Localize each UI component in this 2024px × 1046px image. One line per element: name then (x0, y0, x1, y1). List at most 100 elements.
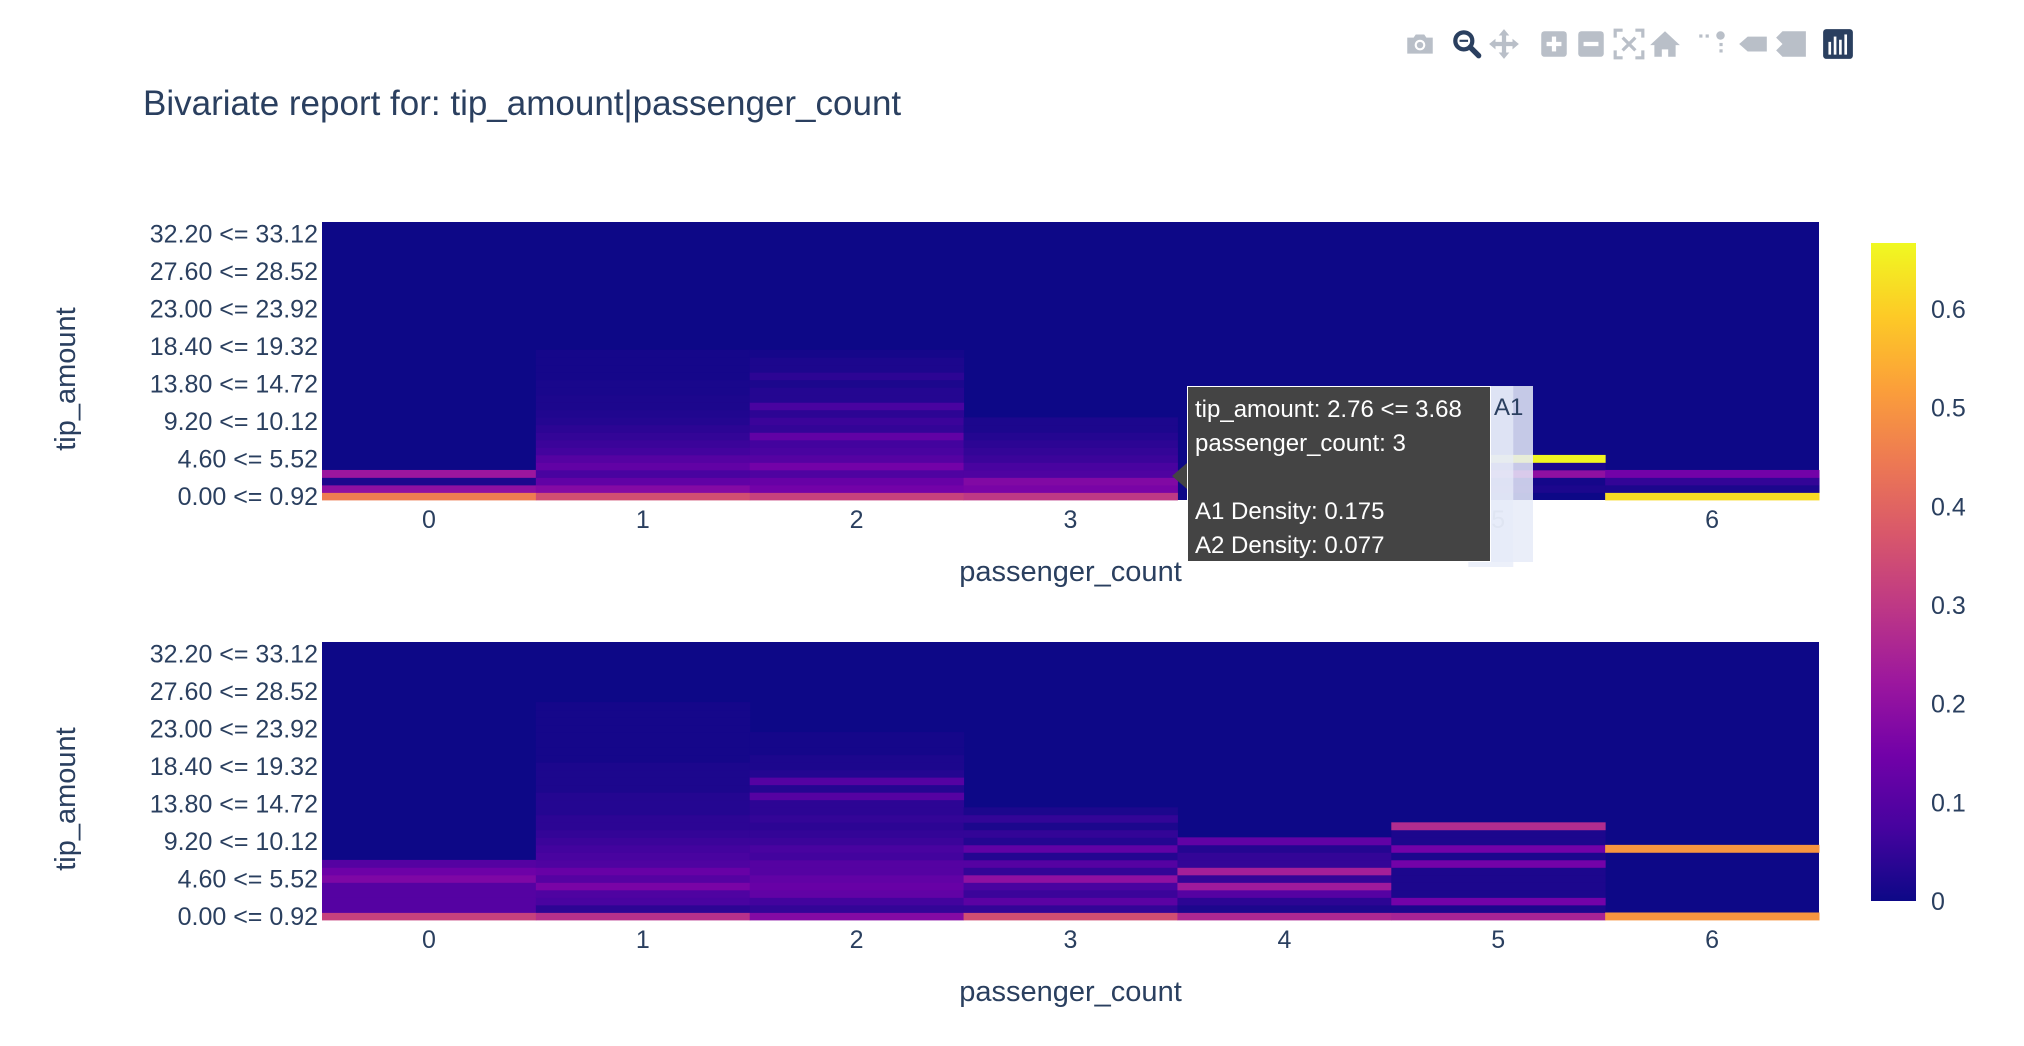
heatmap-cell[interactable] (322, 492, 537, 501)
heatmap-cell[interactable] (322, 904, 537, 913)
heatmap-cell[interactable] (749, 777, 965, 786)
heatmap-cell[interactable] (1605, 484, 1820, 493)
heatmap-cell[interactable] (535, 844, 751, 853)
heatmap-cell[interactable] (535, 792, 751, 801)
heatmap-cell[interactable] (1391, 904, 1606, 913)
heatmap-cell[interactable] (963, 814, 1178, 823)
heatmap-cell[interactable] (963, 889, 1178, 898)
heatmap-cell[interactable] (535, 747, 751, 756)
heatmap-cell[interactable] (749, 897, 965, 906)
heatmap-cell[interactable] (749, 792, 965, 801)
heatmap-cell[interactable] (1177, 912, 1392, 921)
heatmap-cell[interactable] (749, 867, 965, 876)
heatmap-cell[interactable] (535, 387, 751, 396)
heatmap-cell[interactable] (749, 372, 965, 381)
heatmap-cell[interactable] (749, 349, 965, 358)
heatmap-cell[interactable] (535, 807, 751, 816)
heatmap-cell[interactable] (535, 492, 751, 501)
heatmap-cell[interactable] (749, 852, 965, 861)
heatmap-cell[interactable] (1391, 889, 1606, 898)
heatmap-cell[interactable] (1177, 882, 1392, 891)
heatmap-cell[interactable] (749, 814, 965, 823)
heatmap-cell[interactable] (535, 837, 751, 846)
heatmap-cell[interactable] (963, 477, 1178, 486)
heatmap-cell[interactable] (322, 882, 537, 891)
heatmap-cell[interactable] (535, 814, 751, 823)
heatmap-cell[interactable] (322, 912, 537, 921)
heatmap-cell[interactable] (322, 889, 537, 898)
heatmap-cell[interactable] (963, 829, 1178, 838)
heatmap-cell[interactable] (535, 379, 751, 388)
heatmap-cell[interactable] (749, 844, 965, 853)
heatmap-cell[interactable] (749, 889, 965, 898)
heatmap-cell[interactable] (749, 364, 965, 373)
heatmap-cell[interactable] (963, 807, 1178, 816)
heatmap-cell[interactable] (535, 799, 751, 808)
heatmap-cell[interactable] (1391, 859, 1606, 868)
heatmap-cell[interactable] (963, 484, 1178, 493)
heatmap-cell[interactable] (535, 829, 751, 838)
heatmap-cell[interactable] (963, 447, 1178, 456)
heatmap-cell[interactable] (1605, 469, 1820, 478)
heatmap-cell[interactable] (535, 477, 751, 486)
heatmap-cell[interactable] (1391, 867, 1606, 876)
heatmap-cell[interactable] (749, 874, 965, 883)
heatmap-cell[interactable] (749, 432, 965, 441)
heatmap-cell[interactable] (749, 769, 965, 778)
heatmap-cell[interactable] (749, 859, 965, 868)
heatmap-cell[interactable] (1177, 837, 1392, 846)
heatmap-cell[interactable] (535, 394, 751, 403)
heatmap-cell[interactable] (1391, 837, 1606, 846)
heatmap-cell[interactable] (1605, 477, 1820, 486)
heatmap-cell[interactable] (749, 379, 965, 388)
heatmap-cell[interactable] (535, 417, 751, 426)
heatmap-cell[interactable] (535, 784, 751, 793)
heatmap-cell[interactable] (535, 447, 751, 456)
heatmap-cell[interactable] (963, 897, 1178, 906)
heatmap-cell[interactable] (535, 732, 751, 741)
heatmap-cell[interactable] (1605, 912, 1820, 921)
heatmap-cell[interactable] (749, 417, 965, 426)
heatmap-cell[interactable] (749, 837, 965, 846)
heatmap-cell[interactable] (1177, 874, 1392, 883)
heatmap-cell[interactable] (535, 889, 751, 898)
heatmap-cell[interactable] (749, 394, 965, 403)
heatmap-cell[interactable] (749, 477, 965, 486)
heatmap-cell[interactable] (535, 777, 751, 786)
heatmap-cell[interactable] (535, 754, 751, 763)
heatmap-cell[interactable] (1391, 897, 1606, 906)
heatmap-cell[interactable] (535, 822, 751, 831)
heatmap-cell[interactable] (963, 904, 1178, 913)
heatmap-cell[interactable] (535, 874, 751, 883)
heatmap-cell[interactable] (535, 904, 751, 913)
heatmap-cell[interactable] (322, 859, 537, 868)
heatmap-cell[interactable] (1391, 822, 1606, 831)
heatmap-cell[interactable] (1177, 897, 1392, 906)
heatmap-cell[interactable] (1177, 844, 1392, 853)
heatmap-cell[interactable] (749, 409, 965, 418)
heatmap-cell[interactable] (1391, 874, 1606, 883)
heatmap-cell[interactable] (1177, 859, 1392, 868)
heatmap-cell[interactable] (749, 357, 965, 366)
heatmap-cell[interactable] (535, 724, 751, 733)
heatmap-cell[interactable] (322, 477, 537, 486)
heatmap-cell[interactable] (535, 372, 751, 381)
heatmap-cell[interactable] (963, 417, 1178, 426)
heatmap-cell[interactable] (963, 424, 1178, 433)
heatmap-cell[interactable] (1605, 844, 1820, 853)
heatmap-cell[interactable] (1177, 852, 1392, 861)
heatmap-cell[interactable] (749, 454, 965, 463)
heatmap-cell[interactable] (535, 912, 751, 921)
heatmap-cell[interactable] (1177, 889, 1392, 898)
heatmap-cell[interactable] (749, 402, 965, 411)
heatmap-cell[interactable] (749, 469, 965, 478)
heatmap-cell[interactable] (535, 859, 751, 868)
heatmap-cell[interactable] (963, 859, 1178, 868)
heatmap-cell[interactable] (749, 762, 965, 771)
heatmap-cell[interactable] (1391, 912, 1606, 921)
heatmap-cell[interactable] (322, 897, 537, 906)
heatmap-cell[interactable] (963, 492, 1178, 501)
heatmap-cell[interactable] (535, 867, 751, 876)
heatmap-cell[interactable] (1391, 852, 1606, 861)
heatmap-cell[interactable] (535, 469, 751, 478)
